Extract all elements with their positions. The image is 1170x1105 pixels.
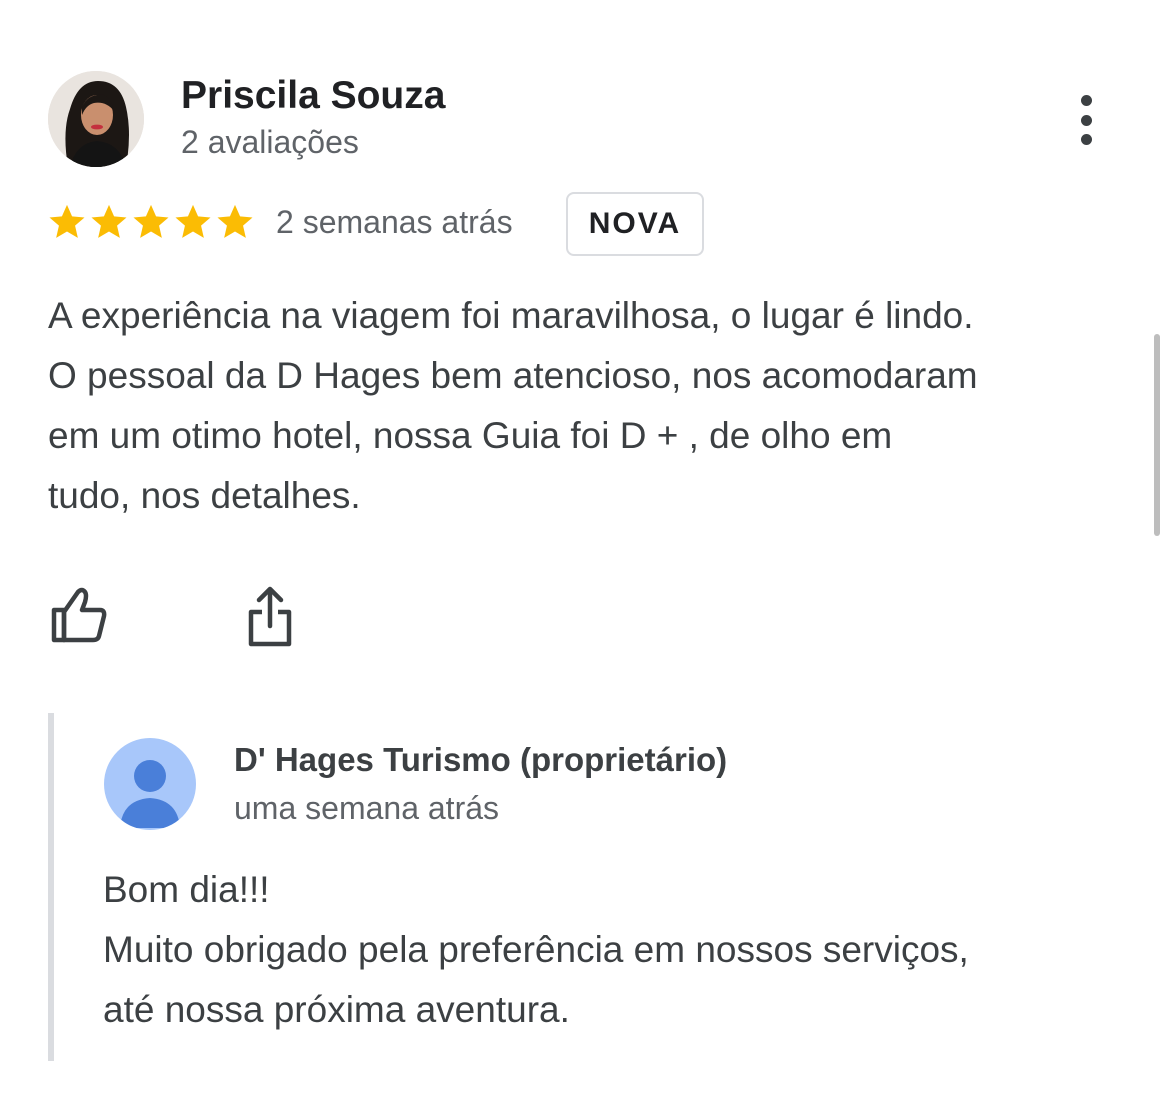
more-options-button[interactable] (1066, 90, 1106, 150)
star-icon (133, 204, 169, 238)
person-icon (120, 760, 180, 828)
reply-indent-bar (48, 713, 54, 1061)
review-text-line: tudo, nos detalhes. (48, 475, 361, 516)
new-badge: NOVA (566, 192, 704, 256)
star-icon (49, 204, 85, 238)
review-date: 2 semanas atrás (276, 204, 513, 240)
more-vert-icon (1080, 95, 1092, 106)
author-name[interactable]: Priscila Souza (181, 74, 445, 118)
reply-text-line: Bom dia!!! (103, 869, 270, 910)
star-icon (175, 204, 211, 238)
star-icon (91, 204, 127, 238)
review-text: A experiência na viagem foi maravilhosa,… (48, 286, 1138, 526)
reply-text-line: Muito obrigado pela preferência em nosso… (103, 929, 969, 970)
star-rating (46, 201, 256, 243)
owner-avatar[interactable] (104, 738, 196, 830)
scrollbar[interactable] (1154, 334, 1160, 536)
more-vert-icon-dot (1080, 134, 1092, 145)
author-review-count: 2 avaliações (181, 124, 359, 160)
more-vert-icon-dot (1080, 114, 1092, 126)
owner-name: D' Hages Turismo (proprietário) (234, 741, 728, 778)
owner-reply-date: uma semana atrás (234, 790, 500, 826)
like-button[interactable] (48, 584, 110, 646)
review-text-line: A experiência na viagem foi maravilhosa,… (48, 295, 974, 336)
review-text-line: em um otimo hotel, nossa Guia foi D + , … (48, 415, 893, 456)
owner-reply-text: Bom dia!!! Muito obrigado pela preferênc… (103, 860, 1143, 1040)
review-card: Priscila Souza 2 avaliações 2 semanas at… (0, 0, 1170, 1105)
share-icon (248, 586, 292, 647)
share-button[interactable] (244, 584, 296, 650)
thumbs-up-icon (51, 587, 107, 643)
author-avatar[interactable] (48, 71, 144, 167)
review-text-line: O pessoal da D Hages bem atencioso, nos … (48, 355, 978, 396)
star-icon (217, 204, 253, 238)
reply-text-line: até nossa próxima aventura. (103, 989, 570, 1030)
